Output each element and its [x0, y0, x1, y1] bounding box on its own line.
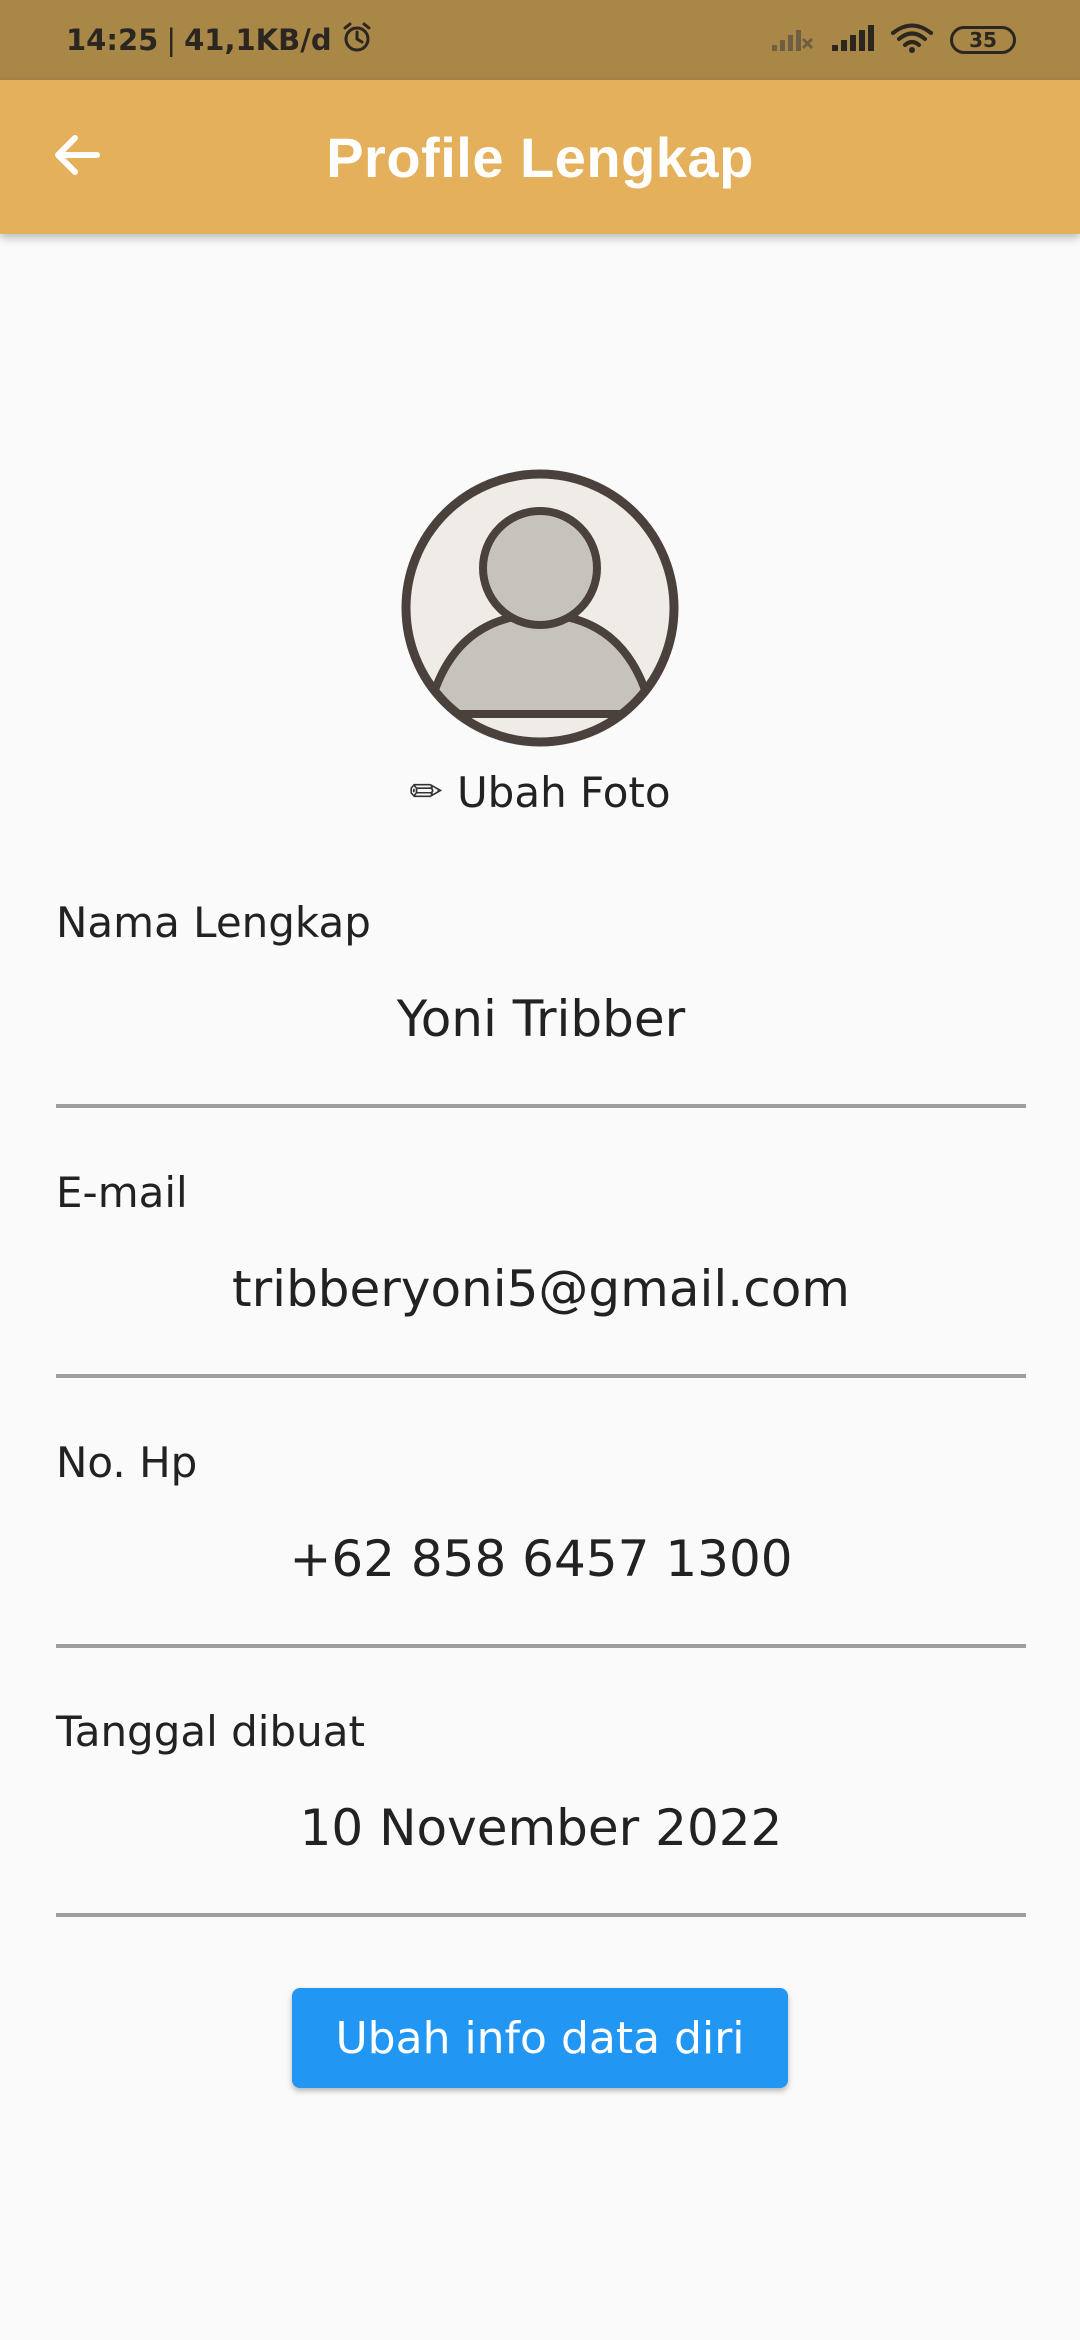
page-title: Profile Lengkap [326, 125, 754, 189]
edit-info-button[interactable]: Ubah info data diri [292, 1988, 788, 2088]
field-created-date: Tanggal dibuat 10 November 2022 [56, 1707, 1026, 1927]
status-bar: 14:25 | 41,1KB/d 35 [0, 0, 1080, 80]
change-photo-button[interactable]: ✏ Ubah Foto [0, 762, 1080, 822]
pencil-icon: ✏ [409, 769, 443, 815]
status-time: 14:25 [66, 23, 159, 57]
field-label: Tanggal dibuat [56, 1707, 365, 1756]
app-bar: Profile Lengkap [0, 80, 1080, 234]
change-photo-label: Ubah Foto [456, 767, 671, 817]
field-value: +62 858 6457 1300 [289, 1530, 793, 1588]
alarm-icon [340, 20, 374, 61]
divider [56, 1644, 1026, 1648]
divider [56, 1374, 1026, 1378]
status-separator: | [166, 23, 177, 57]
field-value: Yoni Tribber [396, 990, 686, 1048]
field-full-name: Nama Lengkap Yoni Tribber [56, 898, 1026, 1118]
wifi-icon [890, 22, 934, 58]
field-label: No. Hp [56, 1438, 198, 1487]
field-phone: No. Hp +62 858 6457 1300 [56, 1438, 1026, 1658]
field-value: tribberyoni5@gmail.com [232, 1260, 850, 1318]
status-data-rate: 41,1KB/d [184, 23, 332, 57]
signal-icon [830, 23, 874, 57]
field-value: 10 November 2022 [299, 1799, 783, 1857]
avatar[interactable] [400, 468, 680, 748]
signal-off-icon [770, 23, 814, 57]
field-label: Nama Lengkap [56, 898, 371, 947]
divider [56, 1104, 1026, 1108]
user-avatar-icon [400, 469, 680, 752]
divider [56, 1913, 1026, 1917]
field-label: E-mail [56, 1168, 188, 1217]
battery-icon: 35 [950, 26, 1016, 54]
field-email: E-mail tribberyoni5@gmail.com [56, 1168, 1026, 1388]
battery-level: 35 [969, 28, 997, 52]
status-right: 35 [770, 0, 1016, 80]
status-left: 14:25 | 41,1KB/d [66, 0, 374, 80]
